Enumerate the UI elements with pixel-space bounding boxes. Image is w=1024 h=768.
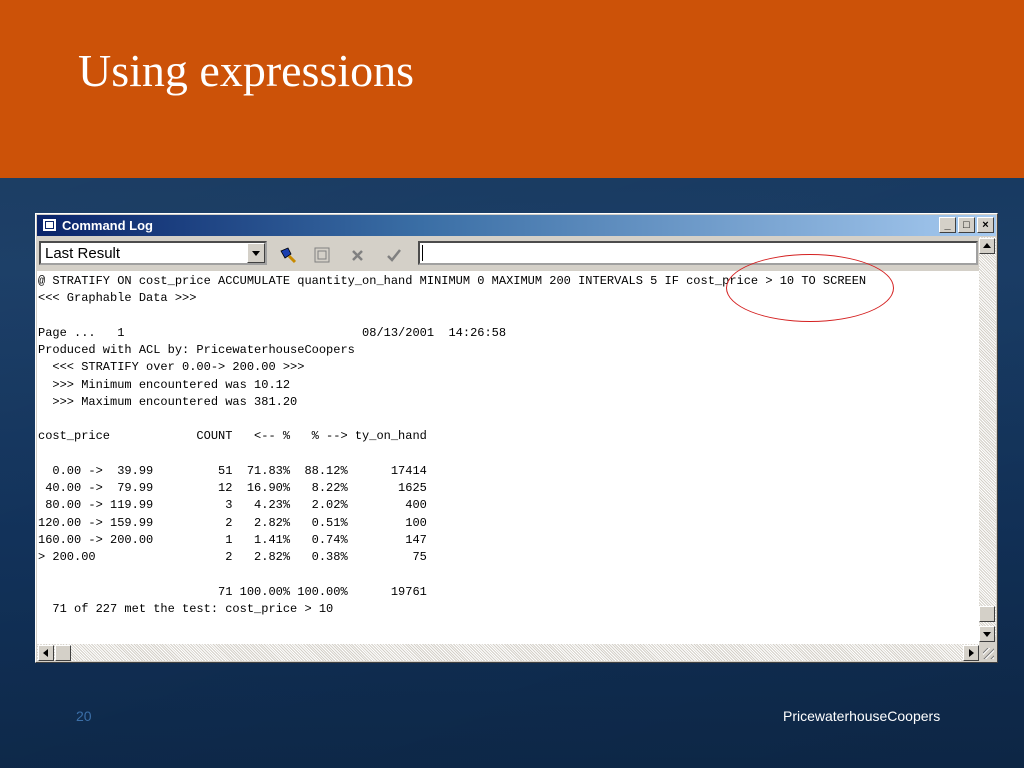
- window-app-icon: [42, 218, 57, 232]
- minimize-button[interactable]: _: [939, 217, 956, 233]
- log-line: Produced with ACL by: PricewaterhouseCoo…: [38, 343, 355, 357]
- log-line: 120.00 -> 159.99 2 2.82% 0.51% 100: [38, 515, 427, 530]
- command-input[interactable]: [418, 241, 978, 265]
- close-button[interactable]: ×: [977, 217, 994, 233]
- command-log-window: Command Log _ □ × Last Result @ STRATIFY…: [35, 213, 998, 663]
- footer-brand: PricewaterhouseCoopers: [783, 708, 941, 724]
- window-title: Command Log: [62, 218, 153, 233]
- vertical-scrollbar[interactable]: [979, 237, 996, 642]
- log-line: 0.00 -> 39.99 51 71.83% 88.12% 17414: [38, 463, 427, 478]
- log-line: > 200.00 2 2.82% 0.38% 75: [38, 550, 427, 564]
- log-line: 71 of 227 met the test: cost_price > 10: [38, 601, 334, 616]
- log-line: 71 100.00% 100.00% 19761: [38, 584, 427, 599]
- scroll-up-button[interactable]: [979, 238, 995, 254]
- log-line: <<< Graphable Data >>>: [38, 291, 197, 306]
- toolbar: Last Result: [37, 237, 996, 269]
- log-line: 160.00 -> 200.00 1 1.41% 0.74% 147: [38, 532, 427, 547]
- resize-grip-icon[interactable]: [979, 644, 996, 661]
- chevron-down-icon[interactable]: [247, 243, 265, 263]
- slide-number: 20: [76, 708, 92, 724]
- horizontal-scrollbar[interactable]: [37, 644, 979, 661]
- log-line: @ STRATIFY ON cost_price ACCUMULATE quan…: [38, 274, 867, 288]
- scroll-right-button[interactable]: [963, 645, 979, 661]
- cancel-x-icon[interactable]: [347, 245, 369, 265]
- scroll-down-button[interactable]: [979, 626, 995, 642]
- maximize-button[interactable]: □: [958, 217, 975, 233]
- flashlight-icon[interactable]: [277, 245, 299, 265]
- log-line: >>> Maximum encountered was 381.20: [38, 394, 298, 409]
- slide-title: Using expressions: [78, 45, 415, 96]
- log-line: cost_price COUNT <-- % % --> ty_on_hand: [38, 429, 427, 444]
- log-output[interactable]: @ STRATIFY ON cost_price ACCUMULATE quan…: [37, 271, 979, 644]
- scroll-thumb[interactable]: [979, 606, 995, 622]
- hscroll-thumb[interactable]: [55, 645, 71, 661]
- result-select-value: Last Result: [45, 245, 121, 262]
- scroll-left-button[interactable]: [38, 645, 54, 661]
- window-titlebar[interactable]: Command Log _ □ ×: [37, 215, 996, 236]
- log-line: 80.00 -> 119.99 3 4.23% 2.02% 400: [38, 498, 427, 513]
- check-icon[interactable]: [383, 245, 405, 265]
- result-select[interactable]: Last Result: [39, 241, 267, 265]
- log-line: Page ... 1 08/13/2001 14:26:58: [38, 325, 507, 340]
- log-line: 40.00 -> 79.99 12 16.90% 8.22% 1625: [38, 481, 427, 495]
- notepad-icon[interactable]: [311, 245, 333, 265]
- log-line: <<< STRATIFY over 0.00-> 200.00 >>>: [38, 360, 305, 375]
- log-line: >>> Minimum encountered was 10.12: [38, 377, 291, 392]
